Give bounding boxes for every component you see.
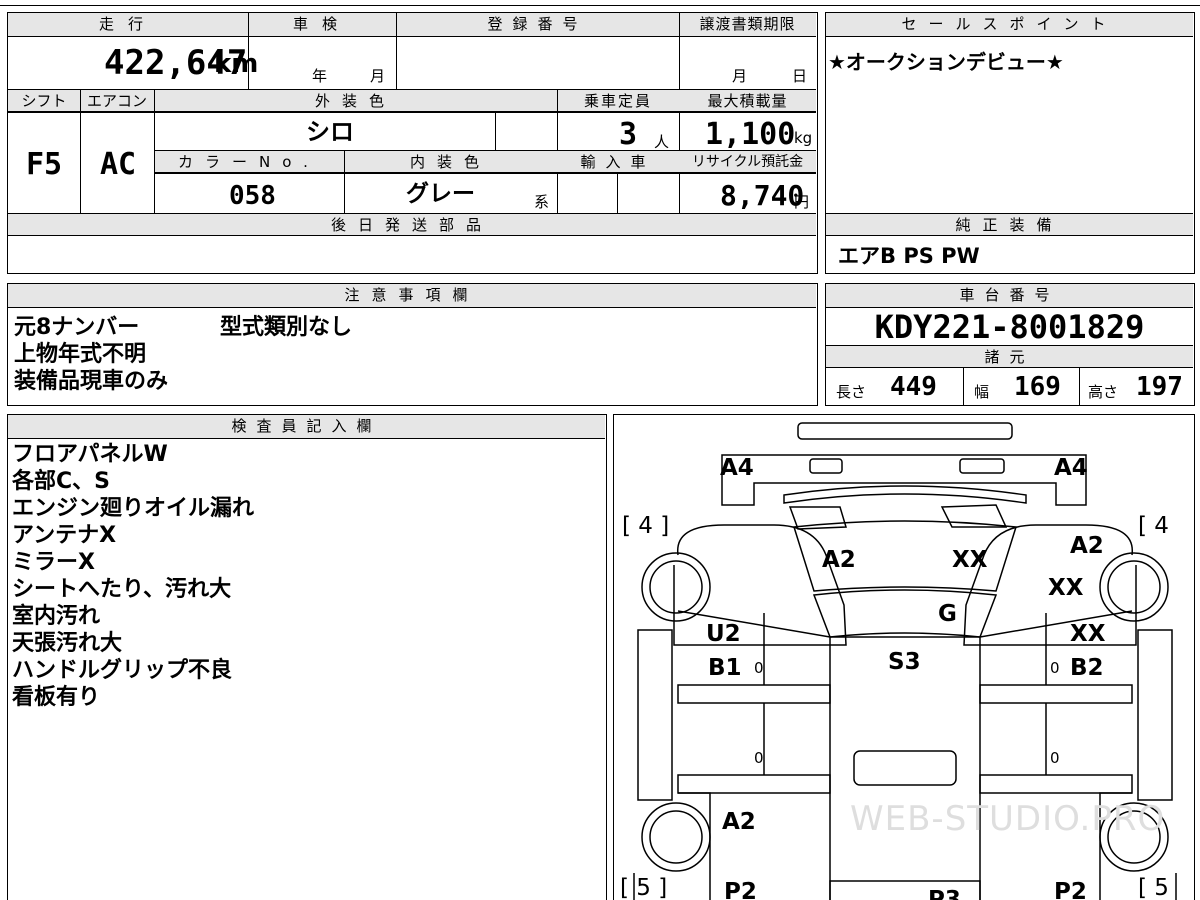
notes-line-4: 装備品現車のみ: [14, 369, 169, 394]
parts-later-header: 後日発送部品: [330, 216, 493, 234]
width-value: 169: [1014, 372, 1061, 402]
b1-pillar-label: B1: [708, 655, 742, 681]
rear-left-p2-label: P2: [724, 879, 757, 900]
notes-line-1: 元8ナンバー: [14, 315, 140, 340]
deadline-day: 日: [792, 67, 808, 85]
front-left-tire-label: [ 4 ]: [622, 513, 670, 539]
notes-line-2: 型式類別なし: [220, 315, 353, 340]
height-label: 高さ: [1088, 383, 1119, 401]
inspector-line-6: シートへたり、汚れ大: [12, 577, 232, 602]
notes-header: 注意事項欄: [344, 286, 480, 304]
inspection-year: 年: [312, 67, 328, 85]
registration-header: 登録番号: [487, 15, 588, 33]
inspector-header: 検査員記入欄: [231, 417, 382, 435]
aircon-value: AC: [100, 147, 137, 182]
car-diagram: WEB-STUDIO.PRO A4 A4 [ 4 ] [ 4 A2 XX A2 …: [613, 414, 1195, 900]
watermark: WEB-STUDIO.PRO: [850, 799, 1166, 839]
spec-table: 走行 車検 登録番号 譲渡書類期限 422,647 km 年 月 月 日 シフト…: [7, 12, 818, 274]
inspector-line-3: エンジン廻りオイル漏れ: [12, 496, 255, 521]
sales-point-value: ★オークションデビュー★: [828, 50, 1064, 74]
color-no-value: 058: [229, 181, 276, 211]
inspector-line-1: フロアパネルW: [12, 442, 168, 467]
rear-center-p3-label: P3: [928, 887, 961, 900]
chassis-panel: 車台番号 KDY221-8001829 諸元 長さ 449 幅 169 高さ 1…: [825, 283, 1195, 406]
front-right-tire-label: [ 4: [1138, 513, 1169, 539]
deadline-month: 月: [732, 67, 748, 85]
length-value: 449: [890, 372, 937, 402]
inspector-panel: 検査員記入欄 フロアパネルW 各部C、S エンジン廻りオイル漏れ アンテナX ミ…: [7, 414, 607, 900]
length-label: 長さ: [836, 383, 867, 401]
shift-value: F5: [26, 147, 63, 182]
right-door-xx-label: XX: [1070, 621, 1106, 647]
exterior-color-header: 外装色: [314, 92, 396, 110]
width-label: 幅: [974, 383, 990, 401]
notes-panel: 注意事項欄 元8ナンバー 型式類別なし 上物年式不明 装備品現車のみ: [7, 283, 818, 406]
rear-right-tire-label: [ 5: [1138, 875, 1169, 900]
windshield-xx-label: XX: [952, 547, 988, 573]
exterior-color-value: シロ: [306, 118, 354, 146]
interior-suffix: 系: [534, 193, 550, 211]
shift-header: シフト: [21, 92, 67, 110]
capacity-value: 3: [619, 117, 638, 152]
chassis-no-header: 車台番号: [959, 286, 1060, 304]
inspector-line-7: 室内汚れ: [12, 604, 101, 629]
s3-label: S3: [888, 649, 921, 675]
genuine-equipment-header: 純正装備: [955, 216, 1064, 234]
right-mid-zero: 0: [1050, 749, 1060, 767]
max-load-header: 最大積載量: [707, 92, 788, 110]
color-no-header: カラーNo.: [178, 153, 320, 171]
deadline-header: 譲渡書類期限: [699, 15, 796, 33]
rear-left-a2-label: A2: [722, 809, 756, 835]
b2-pillar-label: B2: [1070, 655, 1104, 681]
a4-right-label: A4: [1054, 455, 1088, 481]
import-header: 輸入車: [580, 153, 656, 171]
recycle-value: 8,740: [720, 179, 805, 212]
specs-header: 諸元: [984, 348, 1035, 366]
left-mid-zero: 0: [754, 749, 764, 767]
chassis-no-value: KDY221-8001829: [874, 308, 1145, 346]
inspector-line-4: アンテナX: [12, 523, 117, 548]
right-front-xx-label: XX: [1048, 575, 1084, 601]
max-load-unit: kg: [794, 129, 813, 147]
b2-zero: 0: [1050, 659, 1060, 677]
mileage-header: 走行: [98, 15, 157, 33]
sales-point-header: セールスポイント: [901, 15, 1118, 33]
interior-color-value: グレー: [406, 181, 475, 207]
aircon-header: エアコン: [86, 92, 147, 110]
windshield-a2-label: A2: [822, 547, 856, 573]
top-strip: [0, 0, 1200, 6]
interior-color-header: 内装色: [409, 153, 491, 171]
b1-zero: 0: [754, 659, 764, 677]
roof-g-label: G: [938, 601, 957, 627]
recycle-header: リサイクル預託金: [691, 154, 804, 170]
inspector-line-10: 看板有り: [12, 685, 101, 710]
inspector-line-8: 天張汚れ大: [12, 631, 123, 656]
right-front-a2-label: A2: [1070, 533, 1104, 559]
notes-line-3: 上物年式不明: [14, 342, 147, 367]
inspector-line-9: ハンドルグリップ不良: [12, 658, 233, 683]
rear-right-p2-label: P2: [1054, 879, 1087, 900]
left-door-u2-label: U2: [706, 621, 741, 647]
inspection-header: 車検: [292, 15, 351, 33]
mileage-unit: km: [214, 49, 259, 79]
capacity-unit: 人: [654, 133, 670, 151]
inspection-month: 月: [370, 67, 386, 85]
rear-left-tire-label: [ 5 ]: [620, 875, 668, 900]
capacity-header: 乗車定員: [583, 92, 652, 110]
inspector-line-5: ミラーX: [12, 550, 95, 575]
a4-left-label: A4: [720, 455, 754, 481]
recycle-unit: 円: [794, 193, 810, 211]
genuine-equipment-value: エアB PS PW: [838, 244, 980, 268]
max-load-value: 1,100: [705, 117, 796, 152]
height-value: 197: [1136, 372, 1183, 402]
inspector-line-2: 各部C、S: [12, 469, 110, 494]
sales-point-panel: セールスポイント ★オークションデビュー★ 純正装備 エアB PS PW: [825, 12, 1195, 274]
